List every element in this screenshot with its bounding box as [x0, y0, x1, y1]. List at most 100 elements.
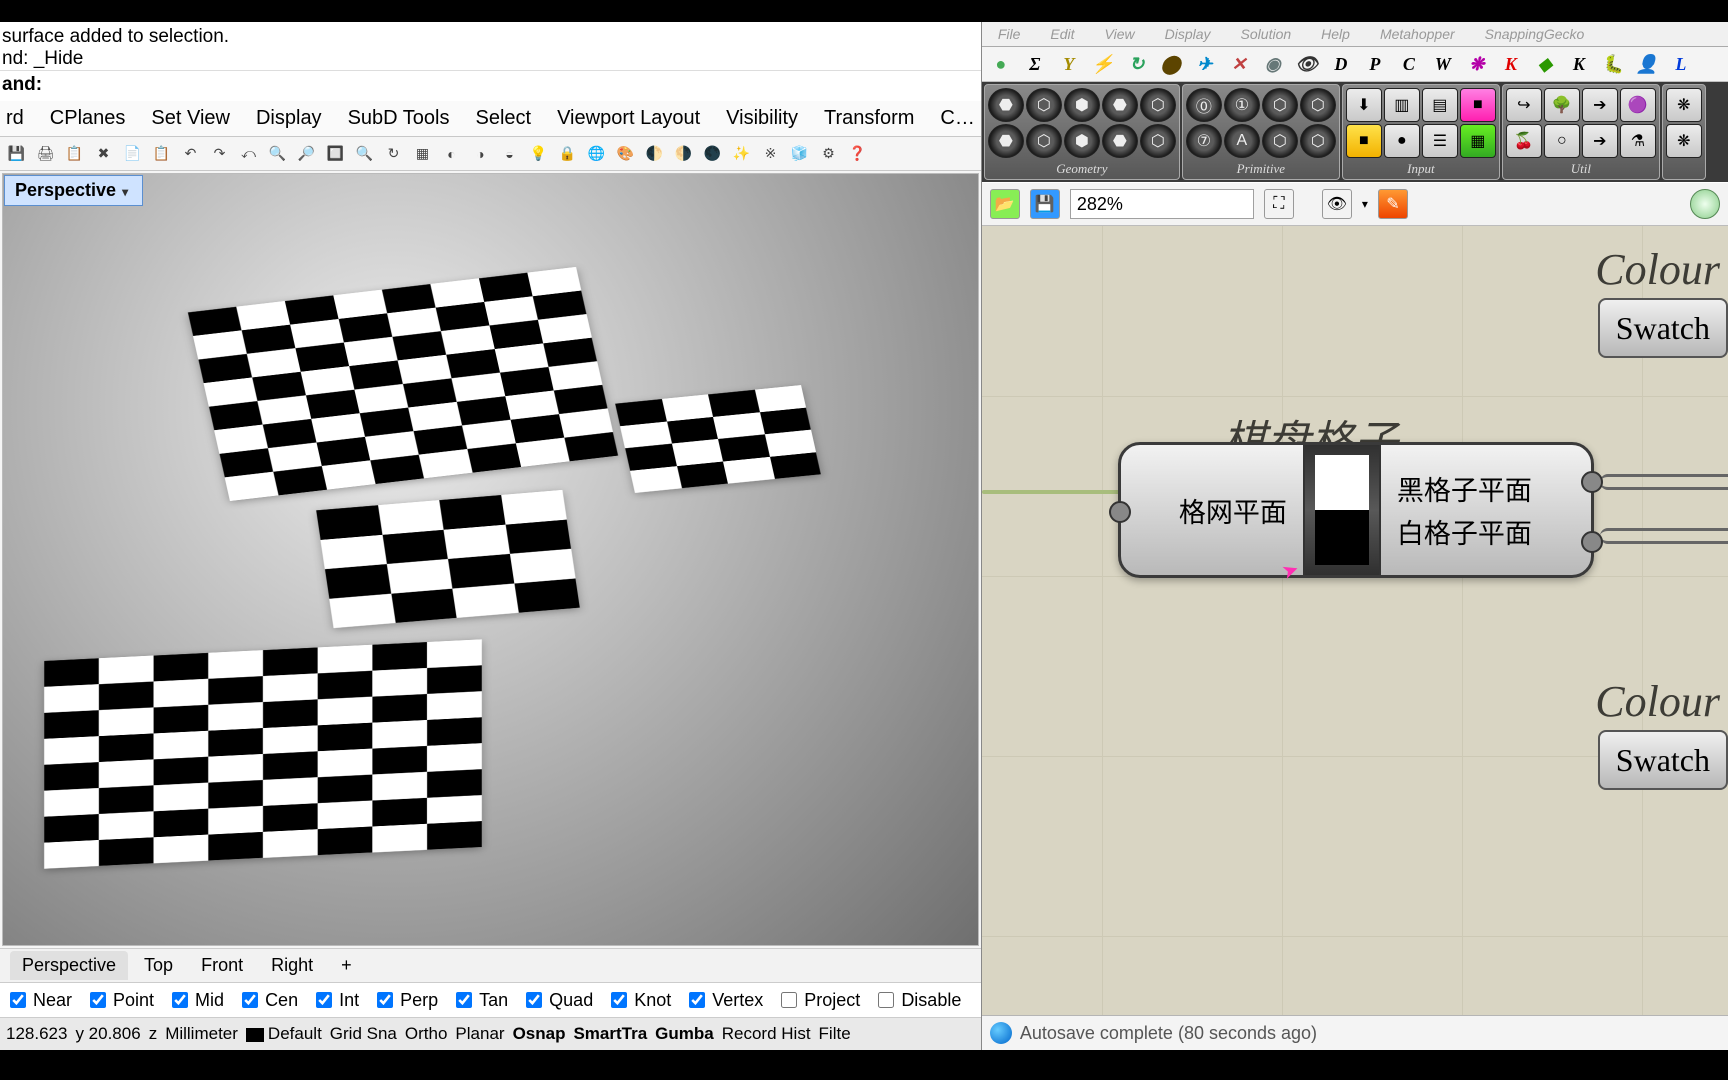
gh-canvas[interactable]: Colour Swatch 棋盘格子 格网平面: [982, 226, 1728, 1050]
toolbar-icon[interactable]: ⚙: [816, 141, 841, 166]
component-icon[interactable]: ⬢: [1064, 88, 1100, 122]
toolbar-icon[interactable]: 💡: [526, 141, 551, 166]
category-tab[interactable]: P: [1360, 51, 1390, 77]
toolbar-icon[interactable]: ↻: [381, 141, 406, 166]
viewport-tab[interactable]: Perspective: [10, 951, 128, 980]
category-tab[interactable]: L: [1666, 51, 1696, 77]
toolbar-icon[interactable]: 🎨: [613, 141, 638, 166]
osnap-cen[interactable]: Cen: [238, 989, 298, 1011]
toolbar-icon[interactable]: 🔲: [323, 141, 348, 166]
toolbar-icon[interactable]: 🔒: [555, 141, 580, 166]
component-icon[interactable]: ▤: [1422, 88, 1458, 122]
menu-item[interactable]: C…: [940, 107, 974, 130]
component-icon[interactable]: ⬇: [1346, 88, 1382, 122]
colour-swatch-1[interactable]: Swatch: [1598, 298, 1728, 358]
component-icon[interactable]: ⬣: [1102, 88, 1138, 122]
category-tab[interactable]: K: [1496, 51, 1526, 77]
sketch-icon[interactable]: ✎: [1378, 189, 1408, 219]
osnap-tan[interactable]: Tan: [452, 989, 508, 1011]
menu-item[interactable]: Visibility: [726, 107, 798, 130]
category-tab[interactable]: ✈: [1190, 51, 1220, 77]
category-tab[interactable]: Σ: [1020, 51, 1050, 77]
category-tab[interactable]: ◆: [1530, 51, 1560, 77]
category-tab[interactable]: ⚡: [1088, 51, 1118, 77]
menu-item[interactable]: SubD Tools: [348, 107, 450, 130]
osnap-vertex[interactable]: Vertex: [685, 989, 763, 1011]
osnap-disable[interactable]: Disable: [874, 989, 961, 1011]
perspective-viewport[interactable]: [2, 173, 979, 946]
viewport-tab[interactable]: Top: [132, 951, 185, 980]
output-grip-2[interactable]: [1581, 531, 1603, 553]
toolbar-icon[interactable]: ⤺: [236, 141, 261, 166]
category-tab[interactable]: K: [1564, 51, 1594, 77]
toolbar-icon[interactable]: 🌗: [671, 141, 696, 166]
component-icon[interactable]: ⬡: [1026, 88, 1062, 122]
category-tab[interactable]: D: [1326, 51, 1356, 77]
osnap-quad[interactable]: Quad: [522, 989, 593, 1011]
component-icon[interactable]: ▦: [1460, 124, 1496, 158]
menu-item[interactable]: Transform: [824, 107, 914, 130]
component-icon[interactable]: 🍒: [1506, 124, 1542, 158]
component-icon[interactable]: ❋: [1666, 88, 1702, 122]
osnap-point[interactable]: Point: [86, 989, 154, 1011]
component-icon[interactable]: ☰: [1422, 124, 1458, 158]
toolbar-icon[interactable]: 💾: [4, 141, 29, 166]
checker-component[interactable]: 格网平面 黑格子平面 白格子平面: [1118, 442, 1594, 578]
component-icon[interactable]: 🌳: [1544, 88, 1580, 122]
component-icon[interactable]: ⬡: [1140, 124, 1176, 158]
toolbar-icon[interactable]: ✨: [729, 141, 754, 166]
viewport-tab[interactable]: +: [329, 951, 364, 980]
component-icon[interactable]: ⬡: [1262, 124, 1298, 158]
viewport-title[interactable]: Perspective: [4, 175, 143, 206]
component-icon[interactable]: ■: [1346, 124, 1382, 158]
category-tab[interactable]: Y: [1054, 51, 1084, 77]
viewport-tab[interactable]: Right: [259, 951, 325, 980]
menu-item[interactable]: Viewport Layout: [557, 107, 700, 130]
category-tab[interactable]: ●: [986, 51, 1016, 77]
component-icon[interactable]: 🟣: [1620, 88, 1656, 122]
viewport-tab[interactable]: Front: [189, 951, 255, 980]
category-tab[interactable]: ↻: [1122, 51, 1152, 77]
command-line[interactable]: and:: [0, 71, 981, 101]
category-tab[interactable]: ✕: [1224, 51, 1254, 77]
component-icon[interactable]: ●: [1384, 124, 1420, 158]
component-icon[interactable]: A: [1224, 124, 1260, 158]
toolbar-icon[interactable]: ✖: [91, 141, 116, 166]
category-tab[interactable]: 🐛: [1598, 51, 1628, 77]
preview-icon[interactable]: 👁: [1322, 189, 1352, 219]
toolbar-icon[interactable]: 🔎: [294, 141, 319, 166]
toolbar-icon[interactable]: 🔍: [265, 141, 290, 166]
toolbar-icon[interactable]: ▦: [410, 141, 435, 166]
category-tab[interactable]: ⬤: [1156, 51, 1186, 77]
menu-item[interactable]: Select: [475, 107, 531, 130]
input-grip[interactable]: [1109, 501, 1131, 523]
toolbar-icon[interactable]: ◐: [439, 141, 464, 166]
component-icon[interactable]: ⬡: [1300, 124, 1336, 158]
osnap-knot[interactable]: Knot: [607, 989, 671, 1011]
component-icon[interactable]: ▥: [1384, 88, 1420, 122]
toolbar-icon[interactable]: 📋: [62, 141, 87, 166]
category-tab[interactable]: W: [1428, 51, 1458, 77]
component-icon[interactable]: ⬡: [1140, 88, 1176, 122]
profile-icon[interactable]: [1690, 189, 1720, 219]
toolbar-icon[interactable]: 🌐: [584, 141, 609, 166]
toolbar-icon[interactable]: 📋: [149, 141, 174, 166]
component-icon[interactable]: ⬡: [1026, 124, 1062, 158]
toolbar-icon[interactable]: ※: [758, 141, 783, 166]
component-icon[interactable]: ⬡: [1262, 88, 1298, 122]
toolbar-icon[interactable]: 🌓: [642, 141, 667, 166]
toolbar-icon[interactable]: ↶: [178, 141, 203, 166]
colour-swatch-2[interactable]: Swatch: [1598, 730, 1728, 790]
component-icon[interactable]: ⚗: [1620, 124, 1656, 158]
component-icon[interactable]: ⬣: [988, 124, 1024, 158]
toolbar-icon[interactable]: 🧊: [787, 141, 812, 166]
toolbar-icon[interactable]: 📄: [120, 141, 145, 166]
open-icon[interactable]: 📂: [990, 189, 1020, 219]
component-icon[interactable]: ■: [1460, 88, 1496, 122]
component-icon[interactable]: ❋: [1666, 124, 1702, 158]
command-input[interactable]: [48, 73, 979, 97]
menu-item[interactable]: Set View: [151, 107, 230, 130]
osnap-project[interactable]: Project: [777, 989, 860, 1011]
component-icon[interactable]: ⬣: [988, 88, 1024, 122]
osnap-int[interactable]: Int: [312, 989, 359, 1011]
